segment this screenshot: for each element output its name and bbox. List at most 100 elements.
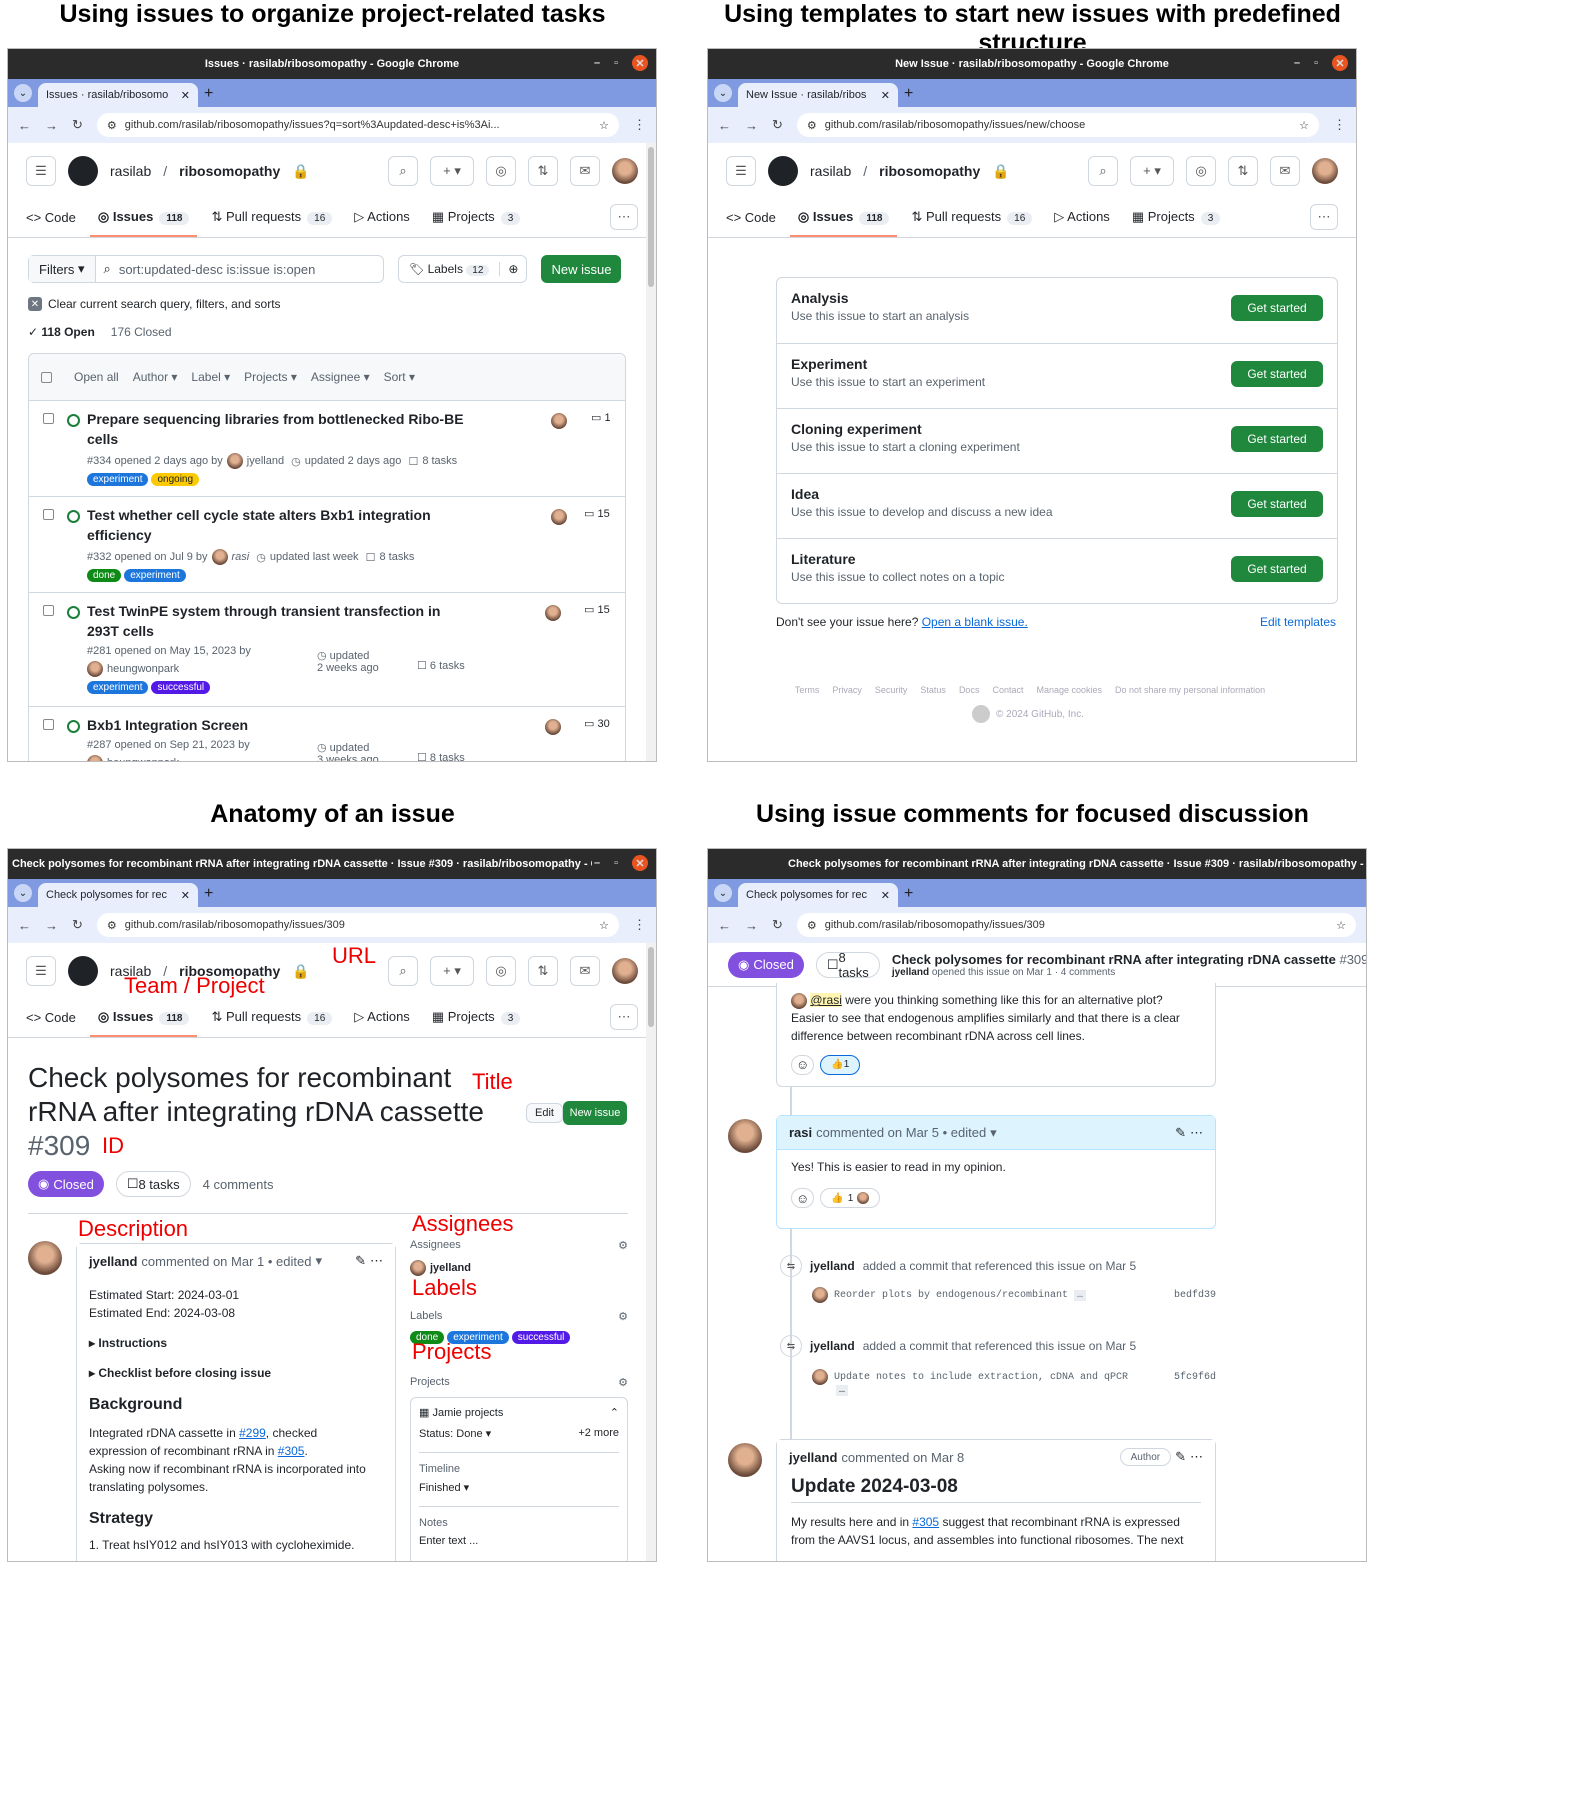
commit-message[interactable]: Reorder plots by endogenous/recombinant [834, 1290, 1068, 1301]
new-tab-button[interactable]: + [904, 85, 913, 103]
star-icon[interactable]: ☆ [1299, 119, 1309, 132]
tab-close-icon[interactable]: ✕ [881, 89, 890, 102]
comment-menu-icon[interactable]: ⋯ [1190, 1449, 1203, 1465]
label-badge[interactable]: experiment [87, 473, 149, 486]
tab-search-icon[interactable]: ⌄ [14, 884, 32, 902]
search-icon[interactable]: ⌕ [388, 956, 418, 986]
minimize-button[interactable]: – [1294, 57, 1300, 69]
commenter-avatar[interactable] [728, 1443, 762, 1477]
site-info-icon[interactable]: ⚙ [807, 119, 817, 132]
label-badge[interactable]: done [87, 569, 122, 582]
site-info-icon[interactable]: ⚙ [807, 919, 817, 932]
get-started-button[interactable]: Get started [1231, 295, 1323, 321]
comment-author[interactable]: jyelland [789, 1450, 837, 1465]
maximize-button[interactable]: ▫ [614, 57, 618, 69]
url-input[interactable]: ⚙ github.com/rasilab/ribosomopathy/issues… [796, 913, 1356, 937]
new-tab-button[interactable]: + [204, 85, 213, 103]
edit-button[interactable]: Edit [526, 1103, 563, 1123]
issue-link[interactable]: #299 [239, 1426, 266, 1440]
tasks-button[interactable]: ☐ 8 tasks [115, 1171, 191, 1197]
minimize-button[interactable]: – [594, 57, 600, 69]
issues-icon[interactable]: ◎ [486, 156, 516, 186]
assignee-avatar[interactable] [545, 605, 561, 621]
extensions-icon[interactable]: ⋮ [1333, 117, 1346, 133]
event-author[interactable]: jyelland [810, 1259, 855, 1273]
close-window-button[interactable]: ✕ [1332, 55, 1348, 71]
author-link[interactable]: rasi [232, 551, 250, 563]
author-link[interactable]: jyelland [247, 455, 284, 467]
issue-checkbox[interactable] [43, 605, 54, 616]
tab-search-icon[interactable]: ⌄ [714, 884, 732, 902]
tab-pull-requests[interactable]: ⇅ Pull requests 16 [211, 1009, 333, 1025]
tab-issues[interactable]: ◎ Issues 118 [789, 209, 898, 237]
issue-checkbox[interactable] [43, 509, 54, 520]
blank-issue-link[interactable]: Open a blank issue. [922, 615, 1028, 629]
owner-link[interactable]: rasilab [110, 163, 151, 179]
label-badge[interactable]: ongoing [151, 473, 200, 486]
open-filter[interactable]: ✓ 118 Open [28, 325, 95, 339]
repo-link[interactable]: ribosomopathy [179, 163, 280, 179]
issues-icon[interactable]: ◎ [1186, 156, 1216, 186]
comment-author[interactable]: jyelland [89, 1254, 137, 1269]
more-icon[interactable]: ⋯ [1310, 204, 1338, 230]
url-input[interactable]: ⚙ github.com/rasilab/ribosomopathy/issues… [96, 913, 619, 937]
site-info-icon[interactable]: ⚙ [107, 119, 117, 132]
forward-icon[interactable]: → [45, 118, 58, 133]
close-window-button[interactable]: ✕ [632, 55, 648, 71]
event-author[interactable]: jyelland [810, 1339, 855, 1353]
get-started-button[interactable]: Get started [1231, 361, 1323, 387]
url-input[interactable]: ⚙ github.com/rasilab/ribosomopathy/issues… [796, 113, 1319, 137]
commenter-avatar[interactable] [28, 1241, 62, 1275]
comment-count[interactable]: ▭ 15 [584, 603, 610, 616]
get-started-button[interactable]: Get started [1231, 556, 1323, 582]
edit-icon[interactable]: ✎ [355, 1253, 366, 1269]
add-reaction-icon[interactable]: ☺ [791, 1188, 815, 1208]
tab-search-icon[interactable]: ⌄ [714, 84, 732, 102]
github-logo-icon[interactable] [768, 156, 798, 186]
forward-icon[interactable]: → [745, 118, 758, 133]
repo-link[interactable]: ribosomopathy [879, 163, 980, 179]
new-tab-button[interactable]: + [204, 885, 213, 903]
tab-actions[interactable]: ▷ Actions [354, 1009, 410, 1025]
comment-menu-icon[interactable]: ⋯ [1190, 1125, 1203, 1141]
labels-button[interactable]: 🏷 Labels 12 [399, 262, 501, 276]
milestones-icon[interactable]: ⊕ [500, 262, 526, 276]
pull-requests-icon[interactable]: ⇅ [1228, 156, 1258, 186]
gear-icon[interactable]: ⚙ [618, 1310, 628, 1323]
get-started-button[interactable]: Get started [1231, 491, 1323, 517]
star-icon[interactable]: ☆ [599, 919, 609, 932]
assignee-avatar[interactable] [551, 413, 567, 429]
scrollbar[interactable] [646, 943, 656, 1561]
thumbs-up-reaction[interactable]: 👍 1 [820, 1055, 861, 1075]
new-tab-button[interactable]: + [904, 885, 913, 903]
user-avatar[interactable] [1312, 158, 1338, 184]
create-new-button[interactable]: + ▾ [430, 156, 474, 186]
comment-count[interactable]: ▭ 30 [584, 717, 610, 730]
pull-requests-icon[interactable]: ⇅ [528, 156, 558, 186]
chevron-up-icon[interactable]: ⌃ [610, 1406, 619, 1419]
minimize-button[interactable]: – [594, 857, 600, 869]
create-new-button[interactable]: + ▾ [430, 956, 474, 986]
footer-link[interactable]: Docs [959, 685, 980, 695]
maximize-button[interactable]: ▫ [614, 857, 618, 869]
forward-icon[interactable]: → [745, 918, 758, 933]
footer-link[interactable]: Terms [795, 685, 820, 695]
inbox-icon[interactable]: ✉ [570, 156, 600, 186]
label-badge[interactable]: successful [511, 1331, 571, 1344]
browser-tab[interactable]: New Issue · rasilab/ribos ✕ [738, 83, 898, 107]
more-icon[interactable]: ⋯ [610, 1004, 638, 1030]
author-filter[interactable]: Author ▾ [133, 370, 178, 384]
notes-field[interactable]: Enter text ... [419, 1535, 619, 1547]
back-icon[interactable]: ← [718, 118, 731, 133]
commit-message[interactable]: Update notes to include extraction, cDNA… [834, 1372, 1128, 1383]
issue-checkbox[interactable] [43, 719, 54, 730]
forward-icon[interactable]: → [45, 918, 58, 933]
timeline-field[interactable]: Finished ▾ [419, 1481, 619, 1494]
comment-count[interactable]: ▭ 15 [584, 507, 610, 520]
back-icon[interactable]: ← [18, 118, 31, 133]
filters-dropdown[interactable]: Filters ▾ [29, 256, 96, 282]
star-icon[interactable]: ☆ [1336, 919, 1346, 932]
footer-link[interactable]: Status [920, 685, 946, 695]
mention-link[interactable]: @rasi [810, 993, 842, 1007]
footer-link[interactable]: Manage cookies [1036, 685, 1102, 695]
